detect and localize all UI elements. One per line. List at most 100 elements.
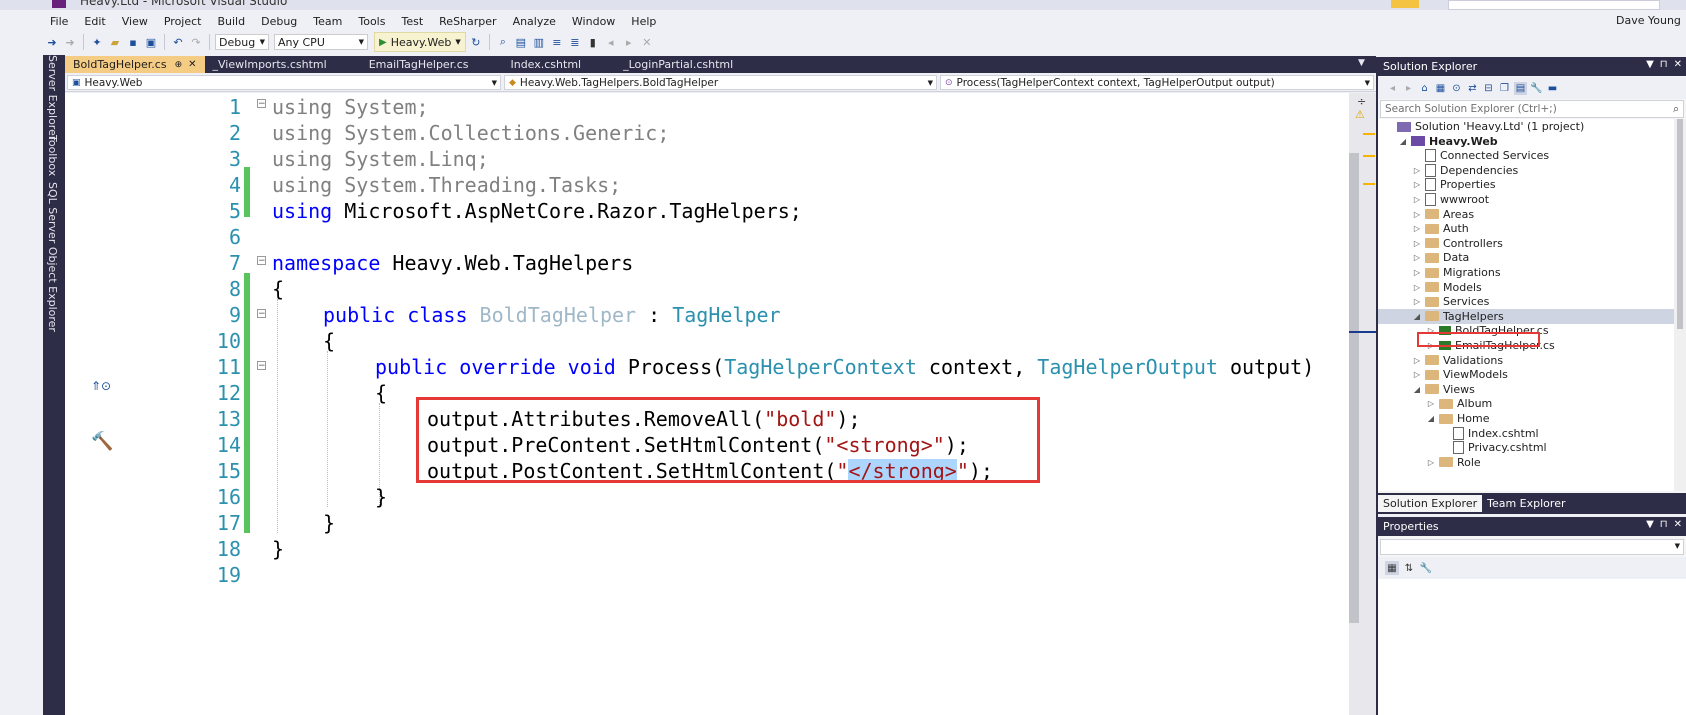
collapse-panel-icon[interactable]: ▬ xyxy=(1546,82,1559,95)
solution-explorer-search-input[interactable]: Search Solution Explorer (Ctrl+;) ⌕ xyxy=(1380,100,1684,118)
tree-item[interactable]: ▷ Role xyxy=(1378,455,1674,470)
tree-item[interactable]: Solution 'Heavy.Ltd' (1 project) xyxy=(1378,119,1674,134)
menu-help[interactable]: Help xyxy=(623,15,664,28)
outdent-icon[interactable]: ≣ xyxy=(567,34,583,50)
prev-bookmark-icon[interactable]: ◂ xyxy=(603,34,619,50)
pin-icon[interactable]: ⊓ xyxy=(1660,519,1668,530)
type-select[interactable]: ◆ Heavy.Web.TagHelpers.BoldTagHelper ▼ xyxy=(504,75,937,90)
expand-toggle-icon[interactable]: ▷ xyxy=(1412,253,1422,262)
notification-badge[interactable] xyxy=(1391,0,1419,8)
expand-toggle-icon[interactable]: ▷ xyxy=(1412,166,1422,175)
categorized-icon[interactable]: ▦ xyxy=(1385,561,1399,575)
menu-test[interactable]: Test xyxy=(393,15,431,28)
save-all-icon[interactable]: ▣ xyxy=(143,34,159,50)
expand-toggle-icon[interactable]: ▷ xyxy=(1426,399,1436,408)
menu-file[interactable]: File xyxy=(0,15,76,28)
menu-resharper[interactable]: ReSharper xyxy=(431,15,504,28)
tree-item[interactable]: ▷ Validations xyxy=(1378,353,1674,368)
expand-toggle-icon[interactable]: ◢ xyxy=(1412,312,1422,321)
tree-item[interactable]: ▷ Auth xyxy=(1378,221,1674,236)
close-icon[interactable]: ✕ xyxy=(1674,519,1682,530)
sync-icon[interactable]: ⇄ xyxy=(1466,82,1479,95)
close-icon[interactable]: ✕ xyxy=(1674,59,1682,70)
editor-scrollbar[interactable]: ÷ ⚠ xyxy=(1349,93,1376,715)
warning-icon[interactable]: ⚠ xyxy=(1355,108,1365,121)
expand-toggle-icon[interactable]: ◢ xyxy=(1398,137,1408,146)
expand-toggle-icon[interactable]: ◢ xyxy=(1426,414,1436,423)
menu-view[interactable]: View xyxy=(114,15,156,28)
tree-item[interactable]: ▷ Controllers xyxy=(1378,236,1674,251)
expand-toggle-icon[interactable]: ▷ xyxy=(1412,297,1422,306)
tab-overflow-dropdown-icon[interactable]: ▼ xyxy=(1358,58,1365,68)
tree-item[interactable]: Privacy.cshtml xyxy=(1378,440,1674,455)
save-icon[interactable]: ▪ xyxy=(125,34,141,50)
tree-item[interactable]: ▷ Data xyxy=(1378,250,1674,265)
property-pages-icon[interactable]: 🔧 xyxy=(1419,561,1433,575)
menu-tools[interactable]: Tools xyxy=(350,15,393,28)
undo-icon[interactable]: ↶ xyxy=(170,34,186,50)
open-file-icon[interactable]: ▰ xyxy=(107,34,123,50)
expand-toggle-icon[interactable]: ▷ xyxy=(1412,195,1422,204)
tree-item[interactable]: ▷ Models xyxy=(1378,280,1674,295)
close-icon[interactable]: ✕ xyxy=(188,59,196,70)
expand-toggle-icon[interactable]: ▷ xyxy=(1412,210,1422,219)
tree-item[interactable]: ▷ Properties xyxy=(1378,177,1674,192)
sql-server-object-explorer-tab[interactable]: SQL Server Object Explorer xyxy=(46,182,59,332)
start-debugging-button[interactable]: ▶ Heavy.Web ▼ xyxy=(374,32,466,52)
refresh-icon[interactable]: ↻ xyxy=(468,34,484,50)
tab-index-cshtml[interactable]: Index.cshtml xyxy=(502,56,589,73)
code-editor[interactable]: − − − − ⇑⊙ 🔨 1 using System; 2 using Syste… xyxy=(65,93,1349,715)
menu-analyze[interactable]: Analyze xyxy=(505,15,564,28)
indent-icon[interactable]: ≡ xyxy=(549,34,565,50)
comment-icon[interactable]: ▤ xyxy=(513,34,529,50)
member-select[interactable]: ⊙ Process(TagHelperContext context, TagH… xyxy=(940,75,1374,90)
menu-team[interactable]: Team xyxy=(305,15,350,28)
toolbox-tab[interactable]: Toolbox xyxy=(46,135,59,176)
properties-icon[interactable]: 🔧 xyxy=(1530,82,1543,95)
pin-icon[interactable]: ⊓ xyxy=(1660,59,1668,70)
solution-configuration-select[interactable]: Debug ▼ xyxy=(215,34,269,50)
tree-item[interactable]: ▷ Areas xyxy=(1378,207,1674,222)
properties-object-select[interactable]: ▼ xyxy=(1380,539,1684,555)
alphabetical-icon[interactable]: ⇅ xyxy=(1402,561,1416,575)
menu-project[interactable]: Project xyxy=(156,15,210,28)
tree-item[interactable]: ◢ Home xyxy=(1378,411,1674,426)
tab-viewimports-cshtml[interactable]: _ViewImports.cshtml xyxy=(205,56,335,73)
menu-debug[interactable]: Debug xyxy=(253,15,305,28)
switch-views-icon[interactable]: ▦ xyxy=(1434,82,1447,95)
tab-team-explorer[interactable]: Team Explorer xyxy=(1482,495,1570,512)
tab-boldtaghelper-cs[interactable]: BoldTagHelper.cs ⊕ ✕ xyxy=(65,56,205,73)
scrollbar-thumb[interactable] xyxy=(1677,119,1683,329)
chevron-down-icon[interactable]: ▼ xyxy=(1646,59,1654,70)
tree-item[interactable]: ◢ Views xyxy=(1378,382,1674,397)
tab-loginpartial-cshtml[interactable]: _LoginPartial.cshtml xyxy=(615,56,741,73)
preview-icon[interactable]: ▤ xyxy=(1514,81,1527,95)
expand-toggle-icon[interactable]: ▷ xyxy=(1412,180,1422,189)
new-project-icon[interactable]: ✦ xyxy=(89,34,105,50)
tree-item[interactable]: Connected Services xyxy=(1378,148,1674,163)
user-name[interactable]: Dave Young xyxy=(1616,14,1681,27)
tab-emailtaghelper-cs[interactable]: EmailTagHelper.cs xyxy=(361,56,477,73)
pending-changes-icon[interactable]: ⊙ xyxy=(1450,82,1463,95)
navigate-forward-icon[interactable]: ➜ xyxy=(62,34,78,50)
tree-item[interactable]: Index.cshtml xyxy=(1378,426,1674,441)
expand-toggle-icon[interactable]: ◢ xyxy=(1412,385,1422,394)
collapse-all-icon[interactable]: ⊟ xyxy=(1482,82,1495,95)
expand-toggle-icon[interactable]: ▷ xyxy=(1412,370,1422,379)
menu-window[interactable]: Window xyxy=(564,15,623,28)
menu-build[interactable]: Build xyxy=(209,15,253,28)
back-icon[interactable]: ◂ xyxy=(1386,82,1399,95)
quick-launch-input[interactable] xyxy=(1448,0,1660,10)
solution-tree-scrollbar[interactable] xyxy=(1674,119,1686,491)
forward-icon[interactable]: ▸ xyxy=(1402,82,1415,95)
expand-toggle-icon[interactable]: ▷ xyxy=(1412,283,1422,292)
tree-item[interactable]: ◢ TagHelpers xyxy=(1378,308,1674,324)
expand-toggle-icon[interactable]: ▷ xyxy=(1412,239,1422,248)
pin-icon[interactable]: ⊕ xyxy=(175,60,183,70)
tree-item[interactable]: ▷ Migrations xyxy=(1378,265,1674,280)
tree-item[interactable]: ▷ ViewModels xyxy=(1378,367,1674,382)
show-all-files-icon[interactable]: ❐ xyxy=(1498,82,1511,95)
home-icon[interactable]: ⌂ xyxy=(1418,82,1431,95)
expand-toggle-icon[interactable]: ▷ xyxy=(1412,356,1422,365)
expand-toggle-icon[interactable]: ▷ xyxy=(1412,224,1422,233)
